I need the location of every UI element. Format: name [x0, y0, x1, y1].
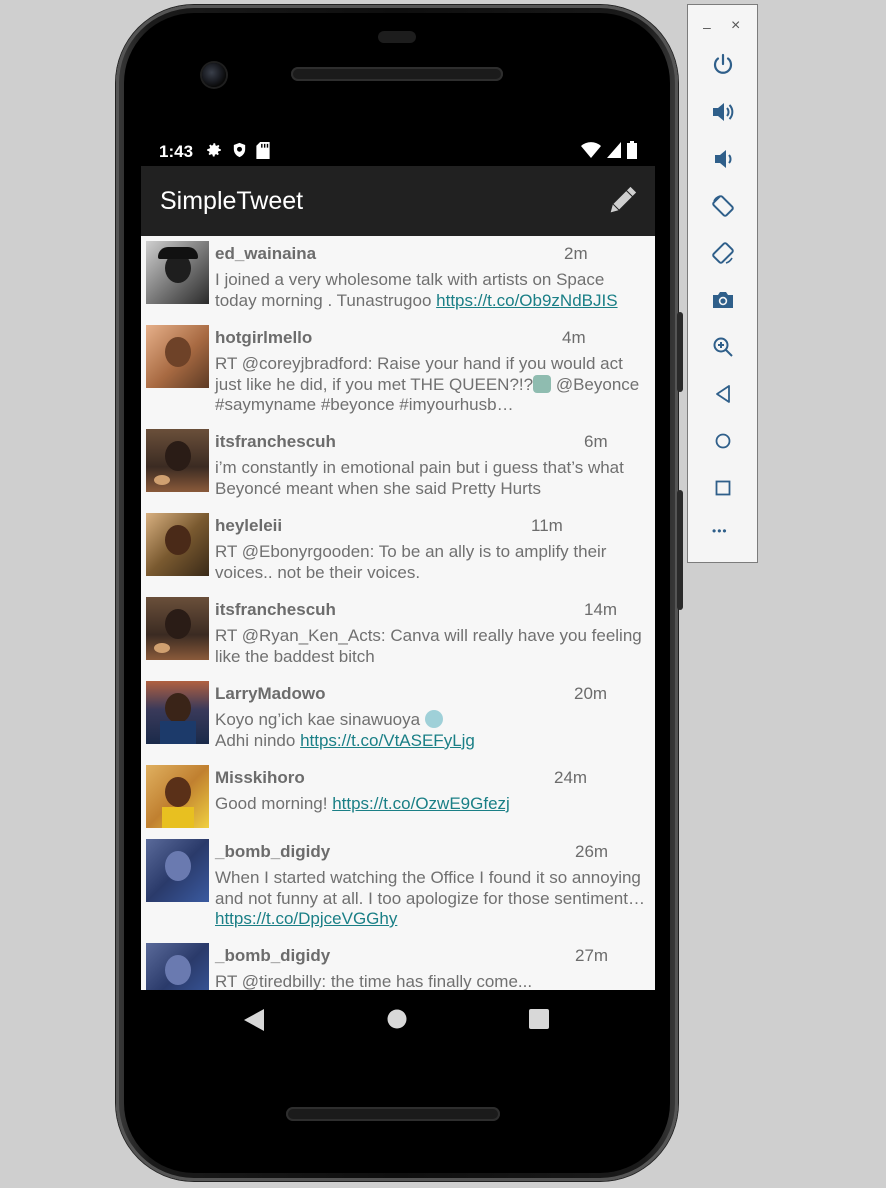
tweet-username: Misskihoro	[215, 768, 305, 787]
android-nav-bar	[141, 990, 655, 1050]
tweet-username: _bomb_digidy	[215, 842, 331, 861]
tweet-username: heyleleii	[215, 516, 283, 535]
tweet-timeline[interactable]: ed_wainaina 2m I joined a very wholesome…	[141, 236, 655, 990]
tweet-time: 14m	[584, 600, 618, 619]
tweet-body: I joined a very wholesome talk with arti…	[215, 270, 618, 310]
tweet-link[interactable]: https://t.co/Ob9zNdBJIS	[436, 291, 617, 310]
sd-card-icon	[256, 141, 270, 159]
tweet-username: LarryMadowo	[215, 684, 326, 703]
compose-button[interactable]	[605, 184, 639, 218]
wifi-icon	[581, 142, 601, 158]
rotate-left-icon[interactable]	[710, 193, 736, 219]
tweet-item[interactable]: hotgirlmello 4m RT @coreyjbradford: Rais…	[141, 320, 655, 424]
camera-icon[interactable]	[710, 287, 736, 313]
minimize-button[interactable]: –	[703, 19, 711, 35]
avatar[interactable]	[146, 839, 209, 902]
tweet-item[interactable]: LarryMadowo 20m Koyo ng’ich kae sinawuoy…	[141, 676, 655, 760]
person-raising-hand-emoji	[533, 374, 552, 393]
avatar[interactable]	[146, 513, 209, 576]
settings-icon	[207, 143, 221, 157]
tweet-body: RT @Ebonyrgooden: To be an ally is to am…	[215, 542, 607, 582]
pencil-icon	[610, 186, 637, 213]
avatar[interactable]	[146, 943, 209, 990]
tweet-username: _bomb_digidy	[215, 946, 331, 965]
tweet-body: Good morning! https://t.co/OzwE9Gfezj	[215, 794, 510, 813]
volume-side-button	[677, 490, 683, 610]
shield-icon	[233, 142, 246, 158]
app-bar: SimpleTweet	[141, 166, 655, 236]
tweet-time: 6m	[584, 432, 608, 451]
tweet-item[interactable]: itsfranchescuh 6m i’m constantly in emot…	[141, 424, 655, 508]
top-slot	[378, 31, 416, 43]
bottom-speaker	[286, 1107, 500, 1121]
tweet-link[interactable]: https://t.co/OzwE9Gfezj	[332, 794, 510, 813]
tweet-item[interactable]: heyleleii 11m RT @Ebonyrgooden: To be an…	[141, 508, 655, 592]
tweet-body: RT @Ryan_Ken_Acts: Canva will really hav…	[215, 626, 642, 666]
power-side-button	[677, 312, 683, 392]
earpiece-speaker	[291, 67, 503, 81]
avatar[interactable]	[146, 429, 209, 492]
avatar[interactable]	[146, 241, 209, 304]
avatar[interactable]	[146, 597, 209, 660]
tweet-body: Koyo ng’ich kae sinawuoya Adhi nindo htt…	[215, 710, 475, 750]
tweet-username: ed_wainaina	[215, 244, 317, 263]
home-icon[interactable]	[710, 428, 736, 454]
status-bar: 1:43	[141, 135, 655, 165]
tweet-link[interactable]: https://t.co/DpjceVGGhy	[215, 909, 397, 928]
tweet-body: RT @coreyjbradford: Raise your hand if y…	[215, 354, 640, 414]
signal-icon	[607, 142, 621, 158]
tweet-time: 11m	[531, 516, 563, 535]
emulator-toolbar: – × •••	[687, 4, 758, 563]
app-title: SimpleTweet	[160, 187, 304, 215]
front-camera	[202, 63, 226, 87]
tweet-item[interactable]: _bomb_digidy 26m When I started watching…	[141, 834, 655, 938]
tweet-body: When I started watching the Office I fou…	[215, 868, 645, 928]
tweet-username: itsfranchescuh	[215, 432, 336, 451]
rotate-right-icon[interactable]	[710, 240, 736, 266]
overview-icon[interactable]	[710, 475, 736, 501]
tweet-time: 26m	[575, 842, 609, 861]
tweet-username: itsfranchescuh	[215, 600, 336, 619]
tweet-time: 27m	[575, 946, 609, 965]
close-button[interactable]: ×	[731, 17, 740, 35]
back-icon[interactable]	[244, 1009, 264, 1031]
home-icon[interactable]	[387, 1009, 407, 1029]
back-icon[interactable]	[710, 381, 736, 407]
more-options-button[interactable]: •••	[712, 524, 728, 538]
avatar[interactable]	[146, 325, 209, 388]
tweet-link[interactable]: https://t.co/VtASEFyLjg	[300, 731, 475, 750]
status-time: 1:43	[159, 142, 194, 161]
face-emoji	[424, 710, 443, 728]
tweet-item[interactable]: Misskihoro 24m Good morning! https://t.c…	[141, 760, 655, 834]
avatar[interactable]	[146, 765, 209, 828]
volume-down-icon[interactable]	[710, 146, 736, 172]
volume-up-icon[interactable]	[710, 99, 736, 125]
recents-icon[interactable]	[529, 1009, 549, 1029]
tweet-time: 2m	[564, 244, 588, 263]
tweet-item[interactable]: ed_wainaina 2m I joined a very wholesome…	[141, 236, 655, 320]
tweet-body: i’m constantly in emotional pain but i g…	[215, 458, 624, 498]
avatar[interactable]	[146, 681, 209, 744]
tweet-time: 4m	[562, 328, 586, 347]
tweet-time: 20m	[574, 684, 608, 703]
tweet-item[interactable]: _bomb_digidy 27m RT @tiredbilly: the tim…	[141, 938, 655, 990]
zoom-icon[interactable]	[710, 334, 736, 360]
tweet-username: hotgirlmello	[215, 328, 313, 347]
tweet-body: RT @tiredbilly: the time has finally com…	[215, 972, 533, 990]
battery-icon	[627, 141, 637, 159]
power-icon[interactable]	[710, 52, 736, 78]
tweet-time: 24m	[554, 768, 588, 787]
tweet-item[interactable]: itsfranchescuh 14m RT @Ryan_Ken_Acts: Ca…	[141, 592, 655, 676]
